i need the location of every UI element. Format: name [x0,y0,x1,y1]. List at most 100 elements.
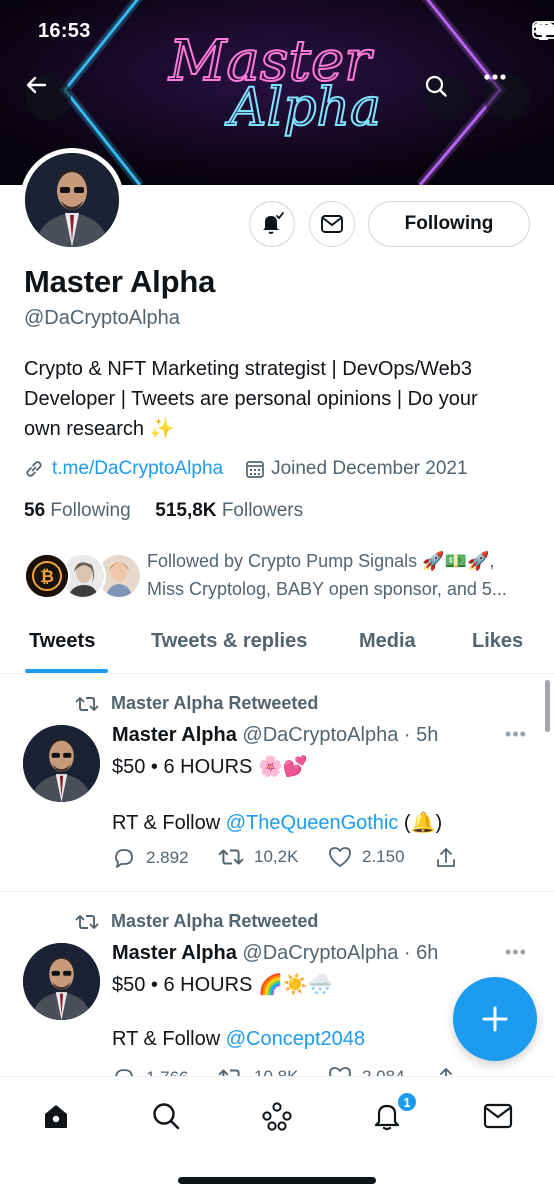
envelope-icon [483,1103,513,1129]
notification-badge: 1 [396,1091,418,1113]
retweet-icon [218,1069,240,1076]
following-label: Following [50,500,131,521]
reply-count: 2.892 [146,848,189,867]
reply-button[interactable]: 2.892 [112,846,189,870]
followers-label: Followers [221,500,304,521]
tweet-text-line: $50 • 6 HOURS 🌈☀️🌨️ [112,974,333,996]
search-button[interactable] [424,74,470,120]
share-button[interactable] [434,846,468,870]
notifications-toggle-button[interactable] [249,201,295,247]
heart-icon [329,1067,351,1076]
following-stat[interactable]: 56 Following [24,500,131,521]
nav-search[interactable] [142,1095,190,1137]
svg-text:₿: ₿ [40,567,54,587]
tweet-actions: 2.892 10,2K 2.150 [112,846,472,876]
tweet-text-line: RT & Follow @TheQueenGothic (🔔) [112,810,442,835]
tweet-handle-time: @DaCryptoAlpha · 6h [242,942,439,964]
nav-spaces[interactable] [253,1095,301,1137]
profile-avatar[interactable] [20,148,124,252]
scrollbar[interactable] [545,680,550,732]
tweet-header: Master Alpha @DaCryptoAlpha · 6h [112,942,438,965]
tweet-more-button[interactable]: ••• [505,724,527,745]
following-button[interactable]: Following [368,201,530,247]
profile-handle: @DaCryptoAlpha [24,307,180,329]
battery-icon [532,21,554,39]
avatar-image [23,943,100,1020]
share-icon [440,1068,452,1076]
retweet-count: 10,8K [254,1067,298,1076]
retweet-icon [218,849,244,865]
followed-by-text: Followed by Crypto Pump Signals 🚀💵🚀, Mis… [147,547,537,603]
mention-link[interactable]: @Concept2048 [226,1028,365,1050]
like-count: 2.150 [362,847,405,866]
heart-icon [329,847,351,867]
spaces-icon [262,1102,292,1131]
follow-stats: 56 Following 515,8K Followers [24,500,303,522]
reply-icon [115,1069,133,1076]
home-indicator[interactable] [178,1177,376,1184]
following-count: 56 [24,500,46,521]
followers-you-know[interactable]: ₿ Followed by Crypto Pump Signals 🚀💵🚀, M… [24,547,534,603]
followers-stat[interactable]: 515,8K Followers [155,500,303,521]
retweet-indicator: Master Alpha Retweeted [75,911,318,932]
back-button[interactable] [25,74,71,120]
nav-messages[interactable] [474,1095,522,1137]
reply-icon [115,849,133,868]
tweet-text-line: RT & Follow @Concept2048 [112,1028,365,1051]
bio-line: Developer | Tweets are personal opinions… [24,388,478,410]
bio-line: Crypto & NFT Marketing strategist | DevO… [24,358,472,380]
home-icon [45,1105,67,1128]
search-icon [425,75,447,97]
profile-bio: Crypto & NFT Marketing strategist | DevO… [24,354,534,444]
followed-by-line: Miss Cryptolog, BABY open sponsor, and 5… [147,579,507,599]
tweet-more-button[interactable]: ••• [505,942,527,963]
bell-check-icon [263,212,284,234]
tweet-avatar[interactable] [23,725,100,802]
retweet-button[interactable]: 10,2K [218,846,298,868]
tweet-actions: 1.766 10,8K 2.084 [112,1066,472,1076]
status-time: 16:53 [38,20,91,42]
tweet-text-line: $50 • 6 HOURS 🌸💕 [112,756,308,778]
profile-link[interactable]: t.me/DaCryptoAlpha [52,458,223,480]
retweet-button[interactable]: 10,8K [218,1066,298,1076]
active-tab-indicator [25,669,108,673]
nav-home[interactable] [32,1095,80,1137]
mention-link[interactable]: @TheQueenGothic [226,812,399,834]
tab-likes[interactable]: Likes [472,630,523,653]
calendar-icon [246,461,264,478]
like-count: 2.084 [362,1067,405,1076]
followers-count: 515,8K [155,500,217,521]
retweet-label: Master Alpha Retweeted [111,911,319,931]
message-button[interactable] [309,201,355,247]
share-icon [437,848,455,867]
avatar-image [23,725,100,802]
tab-media[interactable]: Media [359,630,416,653]
more-options-button[interactable] [484,74,530,120]
avatar-image [25,153,119,247]
tab-tweets-replies[interactable]: Tweets & replies [151,630,307,653]
tweet-text: (🔔) [398,812,443,834]
tweet-handle-time: @DaCryptoAlpha · 5h [242,724,439,746]
status-bar: 16:53 [0,0,554,62]
plus-icon [482,1006,508,1032]
tweet-header: Master Alpha @DaCryptoAlpha · 5h [112,724,438,747]
like-button[interactable]: 2.084 [328,1066,405,1076]
reply-count: 1.766 [146,1068,189,1076]
tab-tweets[interactable]: Tweets [29,630,95,653]
link-icon [26,461,42,477]
reply-button[interactable]: 1.766 [112,1066,189,1076]
joined-date: Joined December 2021 [271,458,468,479]
tweet-item[interactable]: Master Alpha Retweeted Master Alpha @DaC… [0,676,554,890]
retweet-icon [75,914,99,929]
tweet-author-name[interactable]: Master Alpha [112,942,237,964]
tweet-avatar[interactable] [23,943,100,1020]
followed-by-line: Followed by Crypto Pump Signals 🚀💵🚀, [147,551,495,571]
tweet-author-name[interactable]: Master Alpha [112,724,237,746]
search-icon [153,1103,180,1130]
like-button[interactable]: 2.150 [328,846,405,868]
tweet-text: RT & Follow [112,1028,226,1050]
tweet-divider [0,891,554,892]
compose-tweet-button[interactable] [453,977,537,1061]
envelope-icon [321,215,343,233]
share-button[interactable] [434,1066,468,1076]
